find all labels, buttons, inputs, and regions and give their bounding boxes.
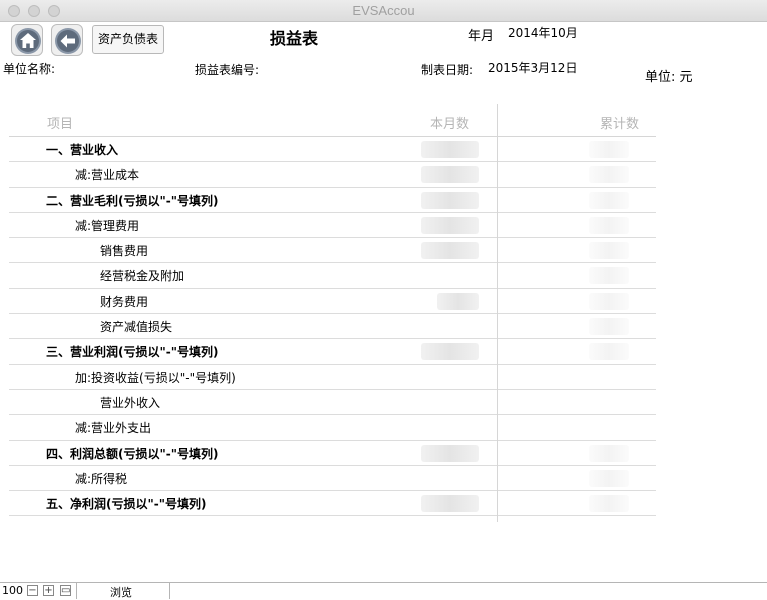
home-button[interactable]: [11, 24, 43, 56]
cumulative-value[interactable]: [589, 343, 629, 361]
table-header: 项目 本月数 累计数: [9, 106, 656, 137]
cumulative-value[interactable]: [589, 166, 629, 184]
current-month-value[interactable]: [421, 495, 479, 513]
table-row: 一、营业收入: [9, 137, 656, 163]
table-row: 减:所得税: [9, 466, 656, 492]
prepared-date-value[interactable]: 2015年3月12日: [488, 59, 577, 76]
table-row: 营业外收入: [9, 390, 656, 416]
current-month-value[interactable]: [421, 141, 479, 158]
table-row: 财务费用: [9, 289, 656, 315]
cumulative-value[interactable]: [589, 216, 629, 234]
status-divider: [169, 583, 170, 599]
table-row: 五、净利润(亏损以"-"号填列): [9, 491, 656, 517]
cumulative-value[interactable]: [589, 191, 629, 209]
app-window: EVSAccou 资产负债表 损益表 年月 2014年10月 单位名称: 损益表…: [0, 0, 767, 599]
row-label: 减:所得税: [75, 471, 128, 486]
cumulative-value[interactable]: [589, 292, 629, 310]
zoom-in-icon[interactable]: +: [43, 585, 54, 596]
cumulative-value[interactable]: [589, 495, 629, 513]
table-row: 资产减值损失: [9, 314, 656, 340]
back-arrow-icon: [55, 28, 81, 54]
row-label: 经营税金及附加: [100, 269, 185, 284]
home-icon: [15, 28, 41, 54]
current-month-value[interactable]: [421, 216, 479, 234]
table-row: 减:营业成本: [9, 162, 656, 188]
row-label: 营业外收入: [100, 395, 161, 410]
header-cumulative: 累计数: [600, 117, 640, 132]
cumulative-value[interactable]: [589, 469, 629, 487]
row-label: 一、营业收入: [46, 143, 119, 157]
table-row: 减:营业外支出: [9, 415, 656, 441]
column-divider: [497, 104, 498, 522]
title-bar: EVSAccou: [0, 0, 767, 22]
row-label: 减:营业外支出: [75, 421, 152, 436]
row-label: 五、净利润(亏损以"-"号填列): [46, 497, 207, 512]
table-row: 加:投资收益(亏损以"-"号填列): [9, 365, 656, 390]
report-number-label: 损益表编号:: [195, 63, 260, 77]
prepared-date-label: 制表日期:: [421, 63, 474, 77]
status-divider: [76, 583, 77, 599]
cumulative-value[interactable]: [589, 267, 629, 285]
row-label: 资产减值损失: [100, 320, 173, 335]
back-button[interactable]: [51, 24, 83, 56]
table-row: 三、营业利润(亏损以"-"号填列): [9, 339, 656, 365]
zoom-out-icon[interactable]: −: [27, 585, 38, 596]
current-month-value[interactable]: [437, 292, 479, 310]
cumulative-value[interactable]: [589, 444, 629, 462]
header-item: 项目: [47, 117, 74, 132]
row-label: 减:营业成本: [75, 168, 140, 183]
layout-toggle-icon[interactable]: ▭: [60, 585, 71, 596]
table-row: 四、利润总额(亏损以"-"号填列): [9, 441, 656, 466]
row-label: 财务费用: [100, 294, 149, 309]
current-month-value[interactable]: [421, 166, 479, 184]
cumulative-value[interactable]: [589, 318, 629, 336]
table-row: 减:管理费用: [9, 213, 656, 239]
zoom-level[interactable]: 100: [2, 584, 23, 597]
unit-name-label: 单位名称:: [3, 62, 56, 76]
currency-unit-label: 单位: 元: [645, 70, 693, 85]
cumulative-value[interactable]: [589, 141, 629, 158]
report-title: 损益表: [270, 29, 319, 48]
current-month-value[interactable]: [421, 343, 479, 361]
current-month-value[interactable]: [421, 242, 479, 260]
row-label: 减:管理费用: [75, 218, 140, 233]
year-month-value[interactable]: 2014年10月: [508, 24, 578, 41]
cumulative-value[interactable]: [589, 242, 629, 260]
row-label: 三、营业利润(亏损以"-"号填列): [46, 345, 219, 360]
header-current-month: 本月数: [430, 117, 470, 132]
window-title: EVSAccou: [352, 3, 415, 18]
row-label: 二、营业毛利(亏损以"-"号填列): [46, 193, 219, 208]
balance-sheet-button[interactable]: 资产负债表: [92, 25, 165, 54]
row-label: 加:投资收益(亏损以"-"号填列): [75, 370, 236, 385]
current-month-value[interactable]: [421, 191, 479, 209]
table-row: 销售费用: [9, 238, 656, 264]
table-row: 经营税金及附加: [9, 263, 656, 289]
row-label: 四、利润总额(亏损以"-"号填列): [46, 446, 219, 461]
year-month-label: 年月: [468, 29, 495, 44]
table-row: 二、营业毛利(亏损以"-"号填列): [9, 188, 656, 213]
current-month-value[interactable]: [421, 444, 479, 462]
row-label: 销售费用: [100, 244, 149, 259]
income-statement-table: 项目 本月数 累计数 一、营业收入 减:营业成本 二、营业毛利(亏损以"-"号填…: [9, 106, 656, 517]
status-bar: 100 − + ▭ 浏览: [0, 582, 767, 599]
